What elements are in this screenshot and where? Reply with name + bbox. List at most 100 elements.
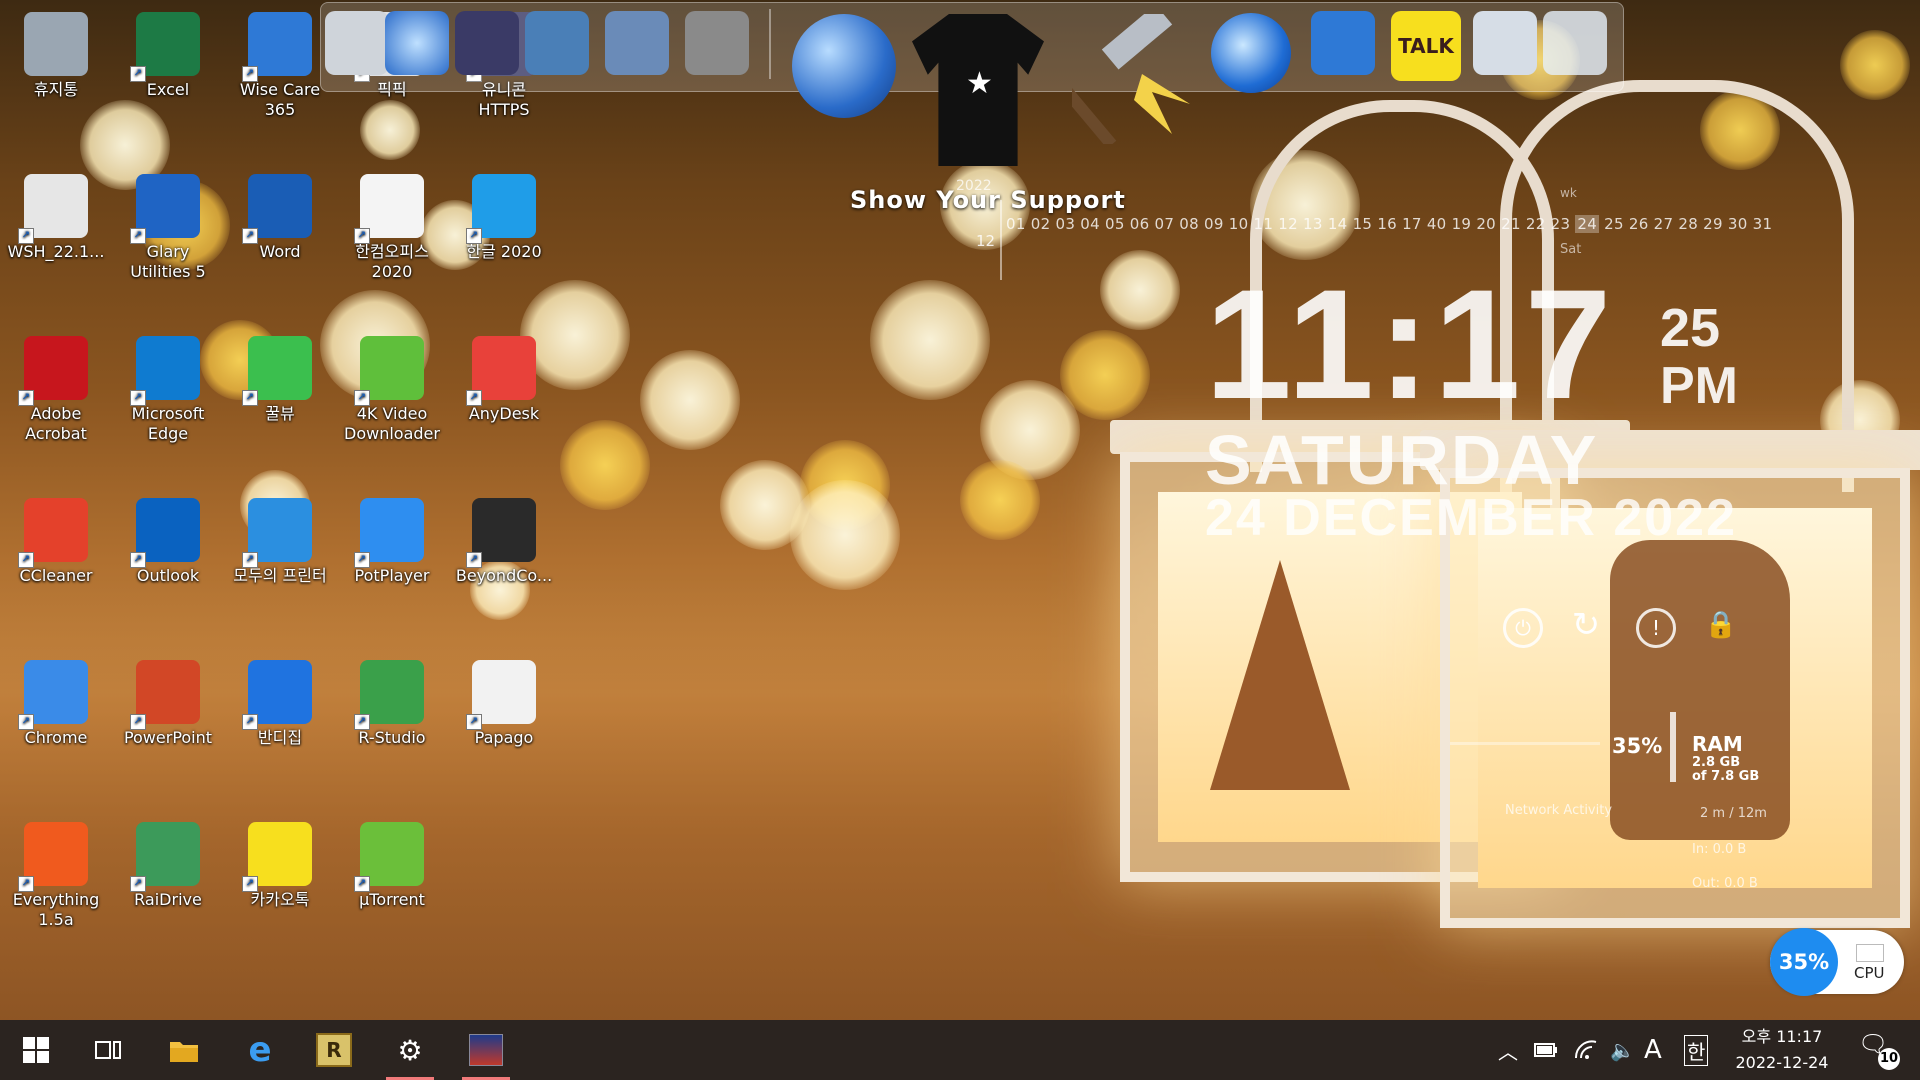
desktop-icon-label: Everything 1.5a [12,890,100,929]
shortcut-arrow-icon: ↗ [130,876,146,892]
desktop-icon-label: AnyDesk [468,404,540,423]
hammer-icon[interactable] [1072,14,1192,144]
task-view-icon[interactable] [78,1020,138,1080]
ime-mode[interactable]: 한 [1684,1020,1709,1080]
desktop-icon[interactable]: 휴지통 [6,6,106,100]
desktop-icon[interactable]: ↗ R-Studio [342,654,442,748]
shortcut-arrow-icon: ↗ [354,714,370,730]
wise-icon[interactable] [1311,11,1375,75]
shortcut-arrow-icon: ↗ [18,714,34,730]
desktop-icon[interactable]: ↗ Papago [454,654,554,748]
desktop-icon[interactable]: ↗ WSH_22.1... [6,168,106,262]
wifi-icon[interactable] [1574,1020,1598,1080]
desktop-icon[interactable]: ↗ 모두의 프린터 [230,492,330,586]
recycle-bin-icon [24,12,88,76]
desktop-icon[interactable]: ↗ Microsoft Edge [118,330,218,444]
shortcut-arrow-icon: ↗ [242,66,258,82]
desktop-icon[interactable]: ↗ 한글 2020 [454,168,554,262]
desktop-icon-label: PowerPoint [123,728,213,747]
shutdown-icon[interactable]: ! [1636,608,1676,648]
desktop-icon-label: Chrome [24,728,88,747]
kakaotalk-icon[interactable]: TALK [1391,11,1461,81]
computer-icon[interactable] [325,11,389,75]
volume-icon[interactable]: 🔈 [1610,1020,1635,1080]
power-icon[interactable]: ⏻ [1503,608,1543,648]
disk-image-icon: ↗ [18,174,88,244]
r-icon[interactable] [1473,11,1537,75]
desktop-icon[interactable]: ↗ 꿀뷰 [230,330,330,424]
desktop-icon-label: Excel [146,80,190,99]
folder-icon[interactable] [605,11,669,75]
wallpaper-app-icon[interactable] [456,1020,516,1080]
calendar-days: 01 02 03 04 05 06 07 08 09 10 11 12 13 1… [1006,215,1773,233]
folder-icon[interactable] [455,11,519,75]
desktop-icon[interactable]: ↗ PotPlayer [342,492,442,586]
ram-label: RAM [1692,732,1743,756]
desktop-icon[interactable]: ↗ µTorrent [342,816,442,910]
network-activity-title: Network Activity [1505,803,1613,818]
r-app-icon[interactable]: R [304,1020,364,1080]
desktop-icon[interactable]: ↗ BeyondCo... [454,492,554,586]
beyond-compare-icon: ↗ [466,498,536,568]
restart-icon[interactable]: ↻ [1569,608,1603,642]
desktop-icon[interactable]: ↗ AnyDesk [454,330,554,424]
lock-icon[interactable]: 🔒 [1704,608,1738,642]
desktop-icon[interactable]: ↗ Glary Utilities 5 [118,168,218,282]
wise-care-icon: ↗ [242,12,312,82]
shortcut-arrow-icon: ↗ [130,228,146,244]
earth-icon[interactable] [792,14,896,118]
desktop-icon[interactable]: ↗ Chrome [6,654,106,748]
file-explorer-icon[interactable] [154,1020,214,1080]
start-icon[interactable] [6,1020,66,1080]
shortcut-arrow-icon: ↗ [354,228,370,244]
tray-overflow-icon[interactable]: ︿ [1498,1020,1518,1080]
desktop-icon[interactable]: ↗ 한컴오피스 2020 [342,168,442,282]
everything-search-icon: ↗ [18,822,88,892]
internet-explorer-icon[interactable]: e [230,1020,290,1080]
desktop-icon[interactable]: ↗ CCleaner [6,492,106,586]
desktop-icon[interactable]: ↗ Outlook [118,492,218,586]
potplayer-icon: ↗ [354,498,424,568]
honeyview-icon: ↗ [242,336,312,406]
desktop-icon[interactable]: ↗ RaiDrive [118,816,218,910]
cpu-widget[interactable]: 35% CPU [1770,928,1904,996]
utorrent-icon: ↗ [354,822,424,892]
anydesk-icon: ↗ [466,336,536,406]
shortcut-arrow-icon: ↗ [18,552,34,568]
folder-icon[interactable] [525,11,589,75]
shortcut-arrow-icon: ↗ [466,552,482,568]
network-in: In: 0.0 B [1692,842,1747,857]
desktop-icon[interactable]: ↗ PowerPoint [118,654,218,748]
ram-percent: 35% [1612,734,1663,758]
desktop-icon[interactable]: ↗ Adobe Acrobat [6,330,106,444]
glary-icon[interactable] [1211,13,1291,93]
clock-weekday: SATURDAY [1205,421,1599,499]
desktop-icon[interactable]: ↗ Everything 1.5a [6,816,106,930]
battery-icon[interactable] [1534,1020,1558,1080]
recycle-bin-icon[interactable] [1543,11,1607,75]
settings-icon[interactable]: ⚙ [380,1020,440,1080]
desktop-icon[interactable]: ↗ Word [230,168,330,262]
ram-usage: 2.8 GB of 7.8 GB [1692,755,1760,784]
notification-center-icon[interactable]: 🗨 10 [1858,1030,1900,1070]
video-downloader-icon: ↗ [354,336,424,406]
desktop-icon[interactable]: ↗ 반디집 [230,654,330,748]
desktop-icon-label: Adobe Acrobat [25,404,87,443]
taskbar-clock[interactable]: 오후 11:17 2022-12-24 [1712,1024,1852,1076]
desktop-icon-label: Microsoft Edge [131,404,205,443]
desktop-icon-label: Glary Utilities 5 [130,242,206,281]
desktop-icon-label: 꿀뷰 [265,404,295,423]
desktop-icon[interactable]: ↗ 4K Video Downloader [342,330,442,444]
network-interval: 2 m / 12m [1700,806,1767,821]
shortcut-arrow-icon: ↗ [18,228,34,244]
tools-icon[interactable] [685,11,749,75]
shortcut-arrow-icon: ↗ [242,714,258,730]
desktop-icon[interactable]: ↗ Wise Care 365 [230,6,330,120]
desktop-icon-label: Word [259,242,301,261]
tree-silhouette [1210,560,1350,790]
desktop-icon[interactable]: ↗ Excel [118,6,218,100]
desktop-icon[interactable]: ↗ 카카오톡 [230,816,330,910]
ime-language[interactable]: A [1644,1020,1662,1080]
network-globe-icon[interactable] [385,11,449,75]
edge-icon: ↗ [130,336,200,406]
